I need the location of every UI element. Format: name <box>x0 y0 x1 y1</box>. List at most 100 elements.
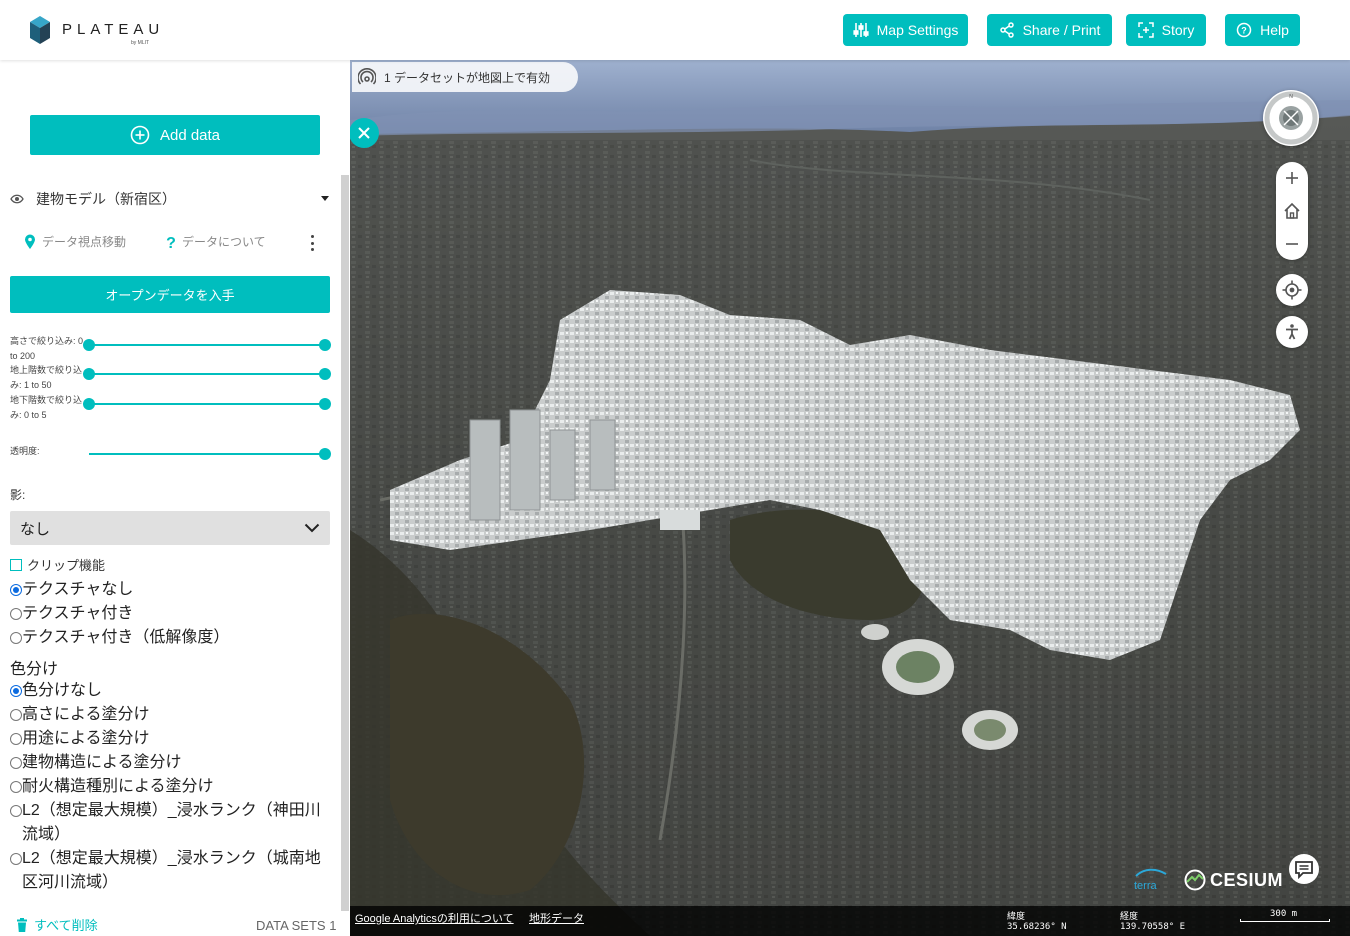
analytics-policy-link[interactable]: Google Analyticsの利用について <box>355 910 514 926</box>
zoom-out-button[interactable] <box>1276 228 1308 260</box>
compass-icon: N <box>1264 91 1318 145</box>
radio-unselected[interactable] <box>10 781 22 793</box>
layer-panel: 建物モデル（新宿区） データ視点移動 ? データについて オープンデータを入手 … <box>0 180 340 912</box>
longitude-value: 139.70558° E <box>1120 922 1186 932</box>
caret-down-icon[interactable] <box>320 195 330 203</box>
texture-option-none[interactable]: テクスチャなし <box>10 578 330 602</box>
zoom-controls <box>1276 162 1308 260</box>
map-status-bar: Google Analyticsの利用について 地形データ 緯度 35.6823… <box>350 906 1350 936</box>
scale-label: 300 m <box>1270 909 1298 919</box>
radio-selected[interactable] <box>10 584 22 596</box>
more-dot-icon <box>310 241 314 245</box>
help-button[interactable]: ? Help <box>1225 14 1300 46</box>
height-filter-min-thumb[interactable] <box>83 339 95 351</box>
shadow-select[interactable]: なし <box>10 511 330 545</box>
height-filter-max-thumb[interactable] <box>319 339 331 351</box>
map-settings-label: Map Settings <box>876 22 959 38</box>
map-settings-button[interactable]: Map Settings <box>843 14 968 46</box>
about-data-link[interactable]: ? データについて <box>166 233 266 250</box>
opacity-label: 透明度: <box>10 446 40 456</box>
radio-selected[interactable] <box>10 685 22 697</box>
color-option-fireproof[interactable]: 耐火構造種別による塗分け <box>10 775 330 799</box>
svg-text:?: ? <box>166 235 176 250</box>
active-dataset-text: 1 データセットが地図上で有効 <box>384 70 551 85</box>
radio-unselected[interactable] <box>10 853 22 865</box>
scale-line <box>1240 919 1330 922</box>
zoom-in-button[interactable] <box>1276 162 1308 194</box>
top-header: PLATEAU by MLIT Map Settings Share / Pri… <box>0 0 1350 60</box>
clip-checkbox-box[interactable] <box>10 558 22 571</box>
floors-below-filter-slider[interactable] <box>83 398 331 410</box>
accessibility-button[interactable] <box>1276 316 1308 348</box>
aerial-city-imagery <box>350 60 1350 936</box>
shadow-select-value: なし <box>20 520 51 538</box>
height-filter-slider[interactable] <box>83 339 331 351</box>
plateau-cube-icon: PLATEAU by MLIT <box>30 16 164 46</box>
get-opendata-label: オープンデータを入手 <box>105 288 235 303</box>
more-dot-icon <box>310 248 314 251</box>
radio-unselected[interactable] <box>10 757 22 769</box>
color-coding-title: 色分け <box>10 661 59 678</box>
broadcast-icon <box>358 68 376 85</box>
3d-map-view[interactable]: 1 データセットが地図上で有効 N terra CESIUM Google An… <box>350 60 1350 936</box>
clip-feature-checkbox[interactable]: クリップ機能 <box>10 555 105 574</box>
texture-option-label: テクスチャなし <box>22 581 134 598</box>
delete-all-button[interactable]: すべて削除 <box>16 915 98 934</box>
minus-icon <box>1286 243 1298 245</box>
floors-above-min-thumb[interactable] <box>83 368 95 380</box>
radio-unselected[interactable] <box>10 632 22 644</box>
color-option-none[interactable]: 色分けなし <box>10 679 330 703</box>
close-panel-button[interactable] <box>350 118 379 148</box>
radio-unselected[interactable] <box>10 608 22 620</box>
sliders-icon <box>853 23 869 37</box>
add-circle-icon <box>130 125 150 145</box>
color-option-usage[interactable]: 用途による塗分け <box>10 727 330 751</box>
color-option-structure[interactable]: 建物構造による塗分け <box>10 751 330 775</box>
logo-text: PLATEAU <box>62 21 164 38</box>
color-option-label: L2（想定最大規模）_浸水ランク（神田川流域） <box>22 802 321 843</box>
chat-feedback-icon <box>1295 861 1313 879</box>
floors-below-max-thumb[interactable] <box>319 398 331 410</box>
color-option-flood-kanda[interactable]: L2（想定最大規模）_浸水ランク（神田川流域） <box>10 799 330 847</box>
opacity-slider[interactable] <box>89 448 331 460</box>
color-option-flood-jonan[interactable]: L2（想定最大規模）_浸水ランク（城南地区河川流域） <box>10 847 330 895</box>
add-data-button[interactable]: Add data <box>30 115 320 155</box>
my-location-button[interactable] <box>1276 274 1308 306</box>
compass-control[interactable]: N <box>1263 90 1319 146</box>
radio-unselected[interactable] <box>10 733 22 745</box>
plateau-logo[interactable]: PLATEAU by MLIT <box>28 14 178 48</box>
color-option-label: 高さによる塗分け <box>22 706 150 723</box>
move-to-data-view-link[interactable]: データ視点移動 <box>24 233 126 250</box>
eye-icon[interactable] <box>10 194 24 204</box>
texture-option-lowres[interactable]: テクスチャ付き（低解像度） <box>10 626 330 650</box>
radio-unselected[interactable] <box>10 709 22 721</box>
opacity-thumb[interactable] <box>319 448 331 460</box>
get-opendata-button[interactable]: オープンデータを入手 <box>10 276 330 313</box>
color-option-height[interactable]: 高さによる塗分け <box>10 703 330 727</box>
chevron-down-icon <box>304 523 320 533</box>
feedback-button[interactable] <box>1289 854 1319 884</box>
panel-scrollbar[interactable] <box>341 175 349 911</box>
more-options-button[interactable] <box>306 233 318 253</box>
layer-title: 建物モデル（新宿区） <box>36 191 176 207</box>
floors-above-max-thumb[interactable] <box>319 368 331 380</box>
question-mark-icon: ? <box>166 235 176 250</box>
floors-below-min-thumb[interactable] <box>83 398 95 410</box>
accessibility-icon <box>1286 324 1298 340</box>
story-button[interactable]: Story <box>1126 14 1206 46</box>
more-dot-icon <box>310 235 314 238</box>
color-option-label: 建物構造による塗分け <box>22 754 182 771</box>
share-print-button[interactable]: Share / Print <box>987 14 1112 46</box>
shadow-label: 影: <box>10 488 26 502</box>
help-label: Help <box>1260 22 1289 38</box>
layer-header: 建物モデル（新宿区） <box>10 186 330 212</box>
datasets-count: DATA SETS 1 <box>256 918 337 933</box>
home-view-button[interactable] <box>1276 195 1308 227</box>
trash-icon <box>17 917 27 932</box>
floors-above-filter-slider[interactable] <box>83 368 331 380</box>
terrain-data-link[interactable]: 地形データ <box>529 910 584 926</box>
terra-logo-text: terra <box>1134 880 1158 892</box>
texture-option-with[interactable]: テクスチャ付き <box>10 602 330 626</box>
radio-unselected[interactable] <box>10 805 22 817</box>
texture-option-label: テクスチャ付き（低解像度） <box>22 629 230 646</box>
